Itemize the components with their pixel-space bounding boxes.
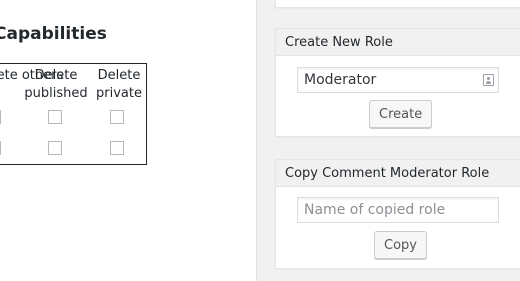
copied-role-name-input[interactable]: [297, 197, 499, 223]
copy-role-header: Copy Comment Moderator Role: [276, 160, 520, 187]
capability-checkbox[interactable]: [48, 110, 62, 124]
column-header-delete-published: Delete published: [24, 68, 88, 101]
copy-button[interactable]: Copy: [374, 231, 427, 259]
capabilities-title: Capabilities: [0, 24, 107, 44]
capability-checkbox[interactable]: [110, 110, 124, 124]
create-role-header: Create New Role: [276, 29, 520, 56]
capability-checkbox[interactable]: [48, 141, 62, 155]
capabilities-pane: Capabilities Delete others Delete publis…: [0, 0, 256, 281]
capabilities-table: Delete others Delete published Delete pr…: [0, 63, 147, 165]
create-button[interactable]: Create: [369, 100, 433, 128]
capability-checkbox[interactable]: [110, 141, 124, 155]
column-header-delete-private: Delete private: [96, 68, 142, 101]
copy-role-box: Copy Comment Moderator Role Copy: [275, 159, 520, 269]
capability-checkbox[interactable]: [0, 110, 1, 124]
contact-card-icon: [483, 74, 494, 86]
capability-checkbox[interactable]: [0, 141, 1, 155]
previous-postbox: [275, 0, 520, 8]
role-name-input[interactable]: [297, 67, 499, 93]
column-header-delete-others: Delete others: [0, 68, 64, 83]
create-role-box: Create New Role Create: [275, 28, 520, 137]
